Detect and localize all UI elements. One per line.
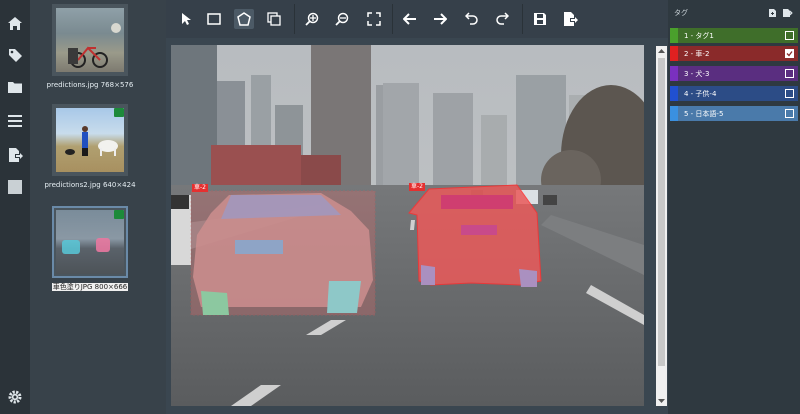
tag-row[interactable]: 3 - 犬-3 <box>670 66 798 81</box>
tag-row[interactable]: 4 - 子供-4 <box>670 86 798 101</box>
add-tag-icon[interactable] <box>768 8 777 18</box>
toolbar-separator <box>522 4 523 34</box>
annotation-label-tag[interactable]: 車-2 <box>409 183 425 191</box>
tag-row-body[interactable]: 4 - 子供-4 <box>678 86 798 101</box>
copy-region-icon[interactable] <box>264 9 284 29</box>
annotated-image[interactable]: 車-2 車-2 <box>171 45 644 406</box>
tag-lock-checkbox[interactable] <box>785 109 794 118</box>
tag-label: 4 - 子供-4 <box>684 90 717 98</box>
next-image-arrow-icon[interactable] <box>430 9 450 29</box>
tag-lock-checkbox[interactable] <box>785 89 794 98</box>
left-navigation-bar <box>0 0 30 414</box>
annotation-label-tag[interactable]: 車-2 <box>192 184 208 192</box>
tag-color-swatch <box>670 46 678 61</box>
thumbnail-caption: predictions2.jpg 640×424 <box>44 181 136 189</box>
tag-export-icon[interactable] <box>782 8 793 18</box>
save-icon[interactable] <box>530 9 550 29</box>
tag-lock-checkbox[interactable] <box>785 69 794 78</box>
tag-row-body[interactable]: 1 - タグ1 <box>678 28 798 43</box>
thumbnail-frame[interactable] <box>52 206 128 278</box>
tag-row[interactable]: 5 - 日本語-5 <box>670 106 798 121</box>
tagged-badge-icon <box>114 210 124 219</box>
scroll-up-arrow-icon[interactable] <box>658 48 665 54</box>
tags-panel-title: タグ <box>674 9 688 17</box>
tags-panel: タグ 1 - タグ1 2 - 車-2 3 - 犬-3 4 - 子供-4 5 - … <box>668 0 800 414</box>
canvas-vertical-scrollbar[interactable] <box>656 46 667 406</box>
export-file-icon[interactable] <box>560 9 580 29</box>
tag-label: 3 - 犬-3 <box>684 70 710 78</box>
tag-row-body[interactable]: 5 - 日本語-5 <box>678 106 798 121</box>
thumbnail-caption: 車色塗りJPG 800×666 <box>30 282 150 292</box>
street-scene-image <box>171 45 644 406</box>
image-thumbnail-list: predictions.jpg 768×576 predictions2.jpg… <box>30 0 166 414</box>
tag-label: 5 - 日本語-5 <box>684 110 724 118</box>
undo-icon[interactable] <box>462 9 482 29</box>
zoom-out-icon[interactable] <box>332 9 352 29</box>
rectangle-tool-icon[interactable] <box>204 9 224 29</box>
tagged-badge-icon <box>114 108 124 117</box>
tag-row[interactable]: 1 - タグ1 <box>670 28 798 43</box>
tag-icon[interactable] <box>6 46 24 64</box>
folder-icon[interactable] <box>6 78 24 96</box>
tag-color-swatch <box>670 86 678 101</box>
thumbnail-item-selected[interactable]: 車色塗りJPG 800×666 <box>51 206 129 291</box>
zoom-in-icon[interactable] <box>302 9 322 29</box>
pointer-tool-icon[interactable] <box>176 9 196 29</box>
app-window: predictions.jpg 768×576 predictions2.jpg… <box>0 0 800 414</box>
toolbar-separator <box>392 4 393 34</box>
thumbnail-frame[interactable] <box>52 4 128 76</box>
settings-gear-icon[interactable] <box>6 388 24 406</box>
home-icon[interactable] <box>6 14 24 32</box>
tag-color-swatch <box>670 106 678 121</box>
scroll-down-arrow-icon[interactable] <box>658 398 665 404</box>
editor-toolbar <box>166 0 668 38</box>
fit-to-screen-icon[interactable] <box>364 9 384 29</box>
tag-row-body[interactable]: 3 - 犬-3 <box>678 66 798 81</box>
list-icon[interactable] <box>6 112 24 130</box>
scrollbar-thumb[interactable] <box>658 58 665 366</box>
thumbnail-image <box>56 8 124 72</box>
previous-image-arrow-icon[interactable] <box>400 9 420 29</box>
tag-row-body[interactable]: 2 - 車-2 <box>678 46 798 61</box>
thumbnail-caption: predictions.jpg 768×576 <box>46 81 134 89</box>
thumbnail-frame[interactable] <box>52 104 128 176</box>
thumbnail-caption-text: 車色塗りJPG 800×666 <box>51 283 129 291</box>
tag-label: 1 - タグ1 <box>684 32 714 40</box>
tag-color-swatch <box>670 66 678 81</box>
tag-row[interactable]: 2 - 車-2 <box>670 46 798 61</box>
panel-icon[interactable] <box>6 178 24 196</box>
toolbar-separator <box>294 4 295 34</box>
tag-label: 2 - 車-2 <box>684 50 710 58</box>
tag-color-swatch <box>670 28 678 43</box>
thumbnail-image <box>56 108 124 172</box>
tag-lock-checkbox[interactable] <box>785 31 794 40</box>
polygon-tool-icon[interactable] <box>234 9 254 29</box>
tags-panel-header: タグ <box>668 0 800 24</box>
redo-icon[interactable] <box>492 9 512 29</box>
thumbnail-item[interactable]: predictions2.jpg 640×424 <box>44 104 136 189</box>
thumbnail-image <box>56 210 124 274</box>
thumbnail-item[interactable]: predictions.jpg 768×576 <box>47 4 133 89</box>
export-icon[interactable] <box>6 146 24 164</box>
tag-lock-checkbox-checked[interactable] <box>785 49 794 58</box>
